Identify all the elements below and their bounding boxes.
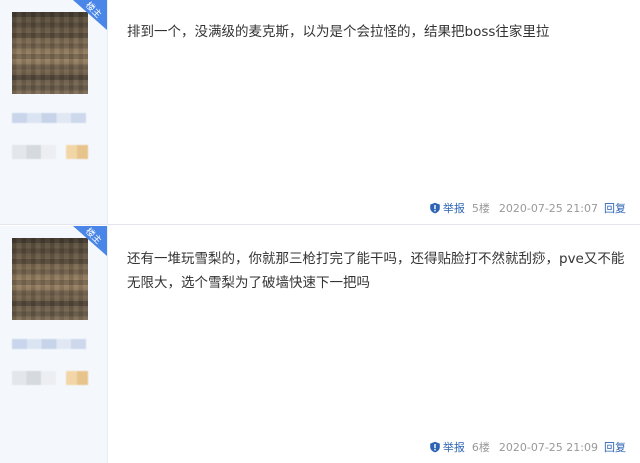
user-level-blurred — [12, 371, 56, 385]
author-sidebar: 楼主 — [0, 0, 108, 224]
reply-link[interactable]: 回复 — [604, 200, 626, 216]
floor-number: 6楼 — [471, 441, 490, 454]
post-time: 2020-07-25 21:09 — [498, 440, 598, 454]
post-footer: 举报 6楼 2020-07-25 21:09 回复 — [429, 439, 626, 455]
shield-icon — [430, 441, 440, 453]
post-content: 排到一个，没满级的麦克斯，以为是个会拉怪的，结果把boss往家里拉 — [127, 24, 550, 40]
post-footer: 举报 5楼 2020-07-25 21:07 回复 — [429, 200, 626, 216]
post-6: 楼主 还有一堆玩雪梨的，你就那三枪打完了能干吗，还得贴脸打不然就刮痧，pve又不… — [0, 226, 640, 463]
op-badge: 楼主 — [73, 226, 107, 256]
user-badge-blurred — [66, 371, 88, 385]
post-5: 楼主 排到一个，没满级的麦克斯，以为是个会拉怪的，结果把boss往家里拉 举报 … — [0, 0, 640, 225]
reply-link[interactable]: 回复 — [604, 439, 626, 455]
report-label: 举报 — [442, 441, 465, 454]
report-button[interactable]: 举报 — [429, 200, 465, 216]
floor-number: 5楼 — [471, 202, 490, 215]
author-sidebar: 楼主 — [0, 226, 108, 463]
report-button[interactable]: 举报 — [429, 439, 465, 455]
post-content: 还有一堆玩雪梨的，你就那三枪打完了能干吗，还得贴脸打不然就刮痧，pve又不能无限… — [127, 251, 625, 291]
report-label: 举报 — [442, 202, 465, 215]
username-blurred[interactable] — [12, 339, 86, 349]
user-badge-blurred — [66, 145, 88, 159]
post-time: 2020-07-25 21:07 — [498, 201, 598, 215]
op-badge: 楼主 — [73, 0, 107, 30]
username-blurred[interactable] — [12, 113, 86, 123]
user-level-blurred — [12, 145, 56, 159]
shield-icon — [430, 202, 440, 214]
